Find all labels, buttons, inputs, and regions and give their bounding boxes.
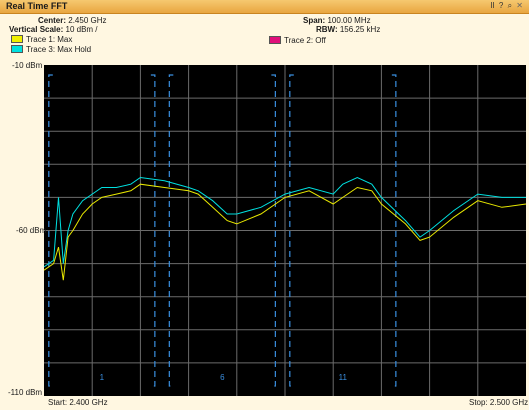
vertical-scale-label: Vertical Scale: [9,25,64,34]
channel-label: 1 [100,373,105,382]
rbw-label: RBW: [316,25,338,34]
vertical-scale-readout: Vertical Scale: 10 dBm / [9,25,98,34]
trace-3-label: Trace 3: Max Hold [26,45,92,54]
vertical-scale-value: 10 dBm / [65,25,98,34]
zoom-icon[interactable]: ⌕ [508,1,512,10]
span-readout: Span: 100.00 MHz [303,16,371,25]
trace-2-swatch [269,35,281,44]
pause-icon[interactable]: II [490,1,494,10]
legend-trace-3[interactable]: Trace 3: Max Hold [11,44,92,54]
rbw-readout: RBW: 156.25 kHz [316,25,380,34]
center-value: 2.450 GHz [68,16,107,25]
window-controls: II ? ⌕ ✕ [488,1,523,11]
help-icon[interactable]: ? [499,1,503,10]
info-panel: Center: 2.450 GHz Vertical Scale: 10 dBm… [0,14,529,58]
plot-frame: 1 6 11 -10 dBm -60 dBm -110 dBm Start: 2.4… [0,58,529,410]
span-value: 100.00 MHz [327,16,371,25]
trace-1-label: Trace 1: Max [26,35,73,44]
rbw-value: 156.25 kHz [339,25,381,34]
y-top-label: -10 dBm [12,61,43,70]
channel-label: 6 [220,373,225,382]
trace-3-swatch [11,44,23,53]
span-label: Span: [303,16,326,25]
stop-frequency-label: Stop: 2.500 GHz [469,398,528,407]
window-title: Real Time FFT [6,1,68,11]
legend-trace-2[interactable]: Trace 2: Off [269,35,326,45]
trace-2-label: Trace 2: Off [284,36,326,45]
legend-trace-1[interactable]: Trace 1: Max [11,34,73,44]
center-readout: Center: 2.450 GHz [38,16,107,25]
start-frequency-label: Start: 2.400 GHz [48,398,108,407]
spectrum-plot[interactable]: 1 6 11 -10 dBm -60 dBm -110 dBm Start: 2.4… [0,58,529,410]
close-icon[interactable]: ✕ [516,1,523,10]
channel-label: 11 [339,373,348,382]
trace-1-swatch [11,34,23,43]
y-bottom-label: -110 dBm [8,388,42,397]
title-bar: Real Time FFT II ? ⌕ ✕ [0,0,529,14]
y-mid-label: -60 dBm [16,226,47,235]
center-label: Center: [38,16,67,25]
